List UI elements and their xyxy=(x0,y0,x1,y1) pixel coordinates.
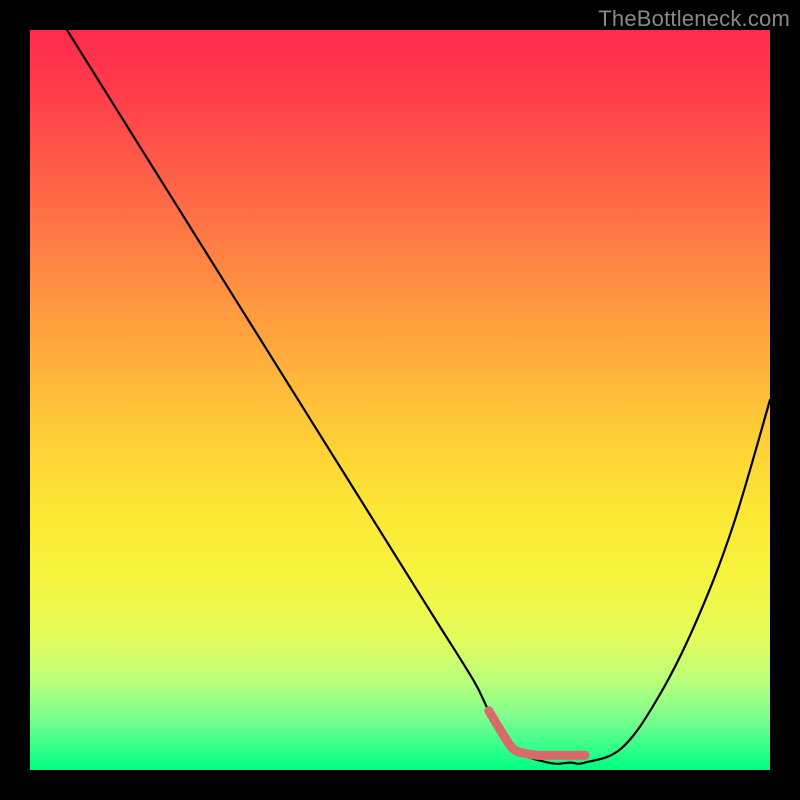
main-curve xyxy=(67,30,770,764)
chart-container: TheBottleneck.com xyxy=(0,0,800,800)
optimal-range-marker xyxy=(489,711,585,756)
curve-svg xyxy=(30,30,770,770)
plot-area xyxy=(30,30,770,770)
watermark-text: TheBottleneck.com xyxy=(598,6,790,32)
